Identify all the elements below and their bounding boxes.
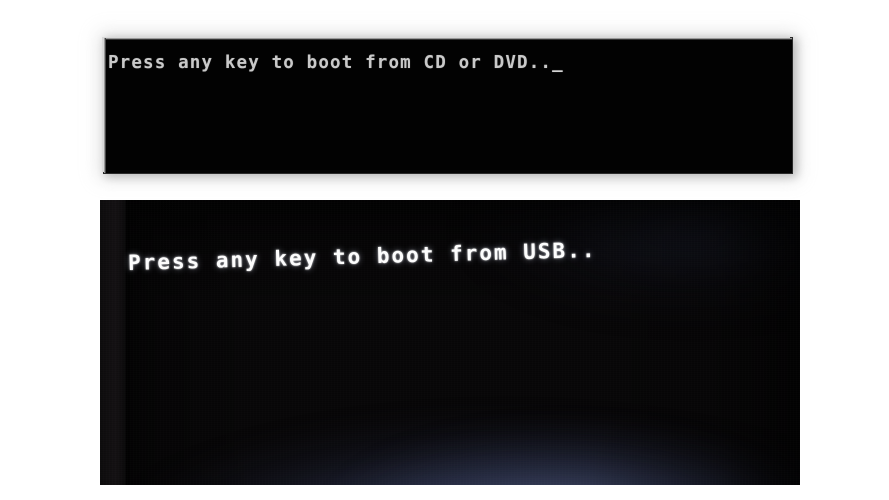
usb-boot-prompt-panel[interactable]: Press any key to boot from USB..: [100, 200, 800, 485]
usb-panel-left-dark-border: [100, 200, 126, 485]
cd-dvd-prompt-message: Press any key to boot from CD or DVD..: [108, 53, 553, 73]
cd-dvd-boot-prompt-text: Press any key to boot from CD or DVD.._: [108, 52, 564, 74]
cd-dvd-prompt-cursor: _: [552, 53, 564, 73]
cd-panel-top-edge: [104, 38, 792, 40]
cd-panel-left-edge: [104, 38, 106, 173]
cd-dvd-boot-prompt-panel[interactable]: Press any key to boot from CD or DVD.._: [104, 38, 792, 173]
screenshot-canvas: Press any key to boot from CD or DVD.._ …: [0, 0, 889, 500]
usb-panel-bezel-seam: [124, 200, 132, 485]
